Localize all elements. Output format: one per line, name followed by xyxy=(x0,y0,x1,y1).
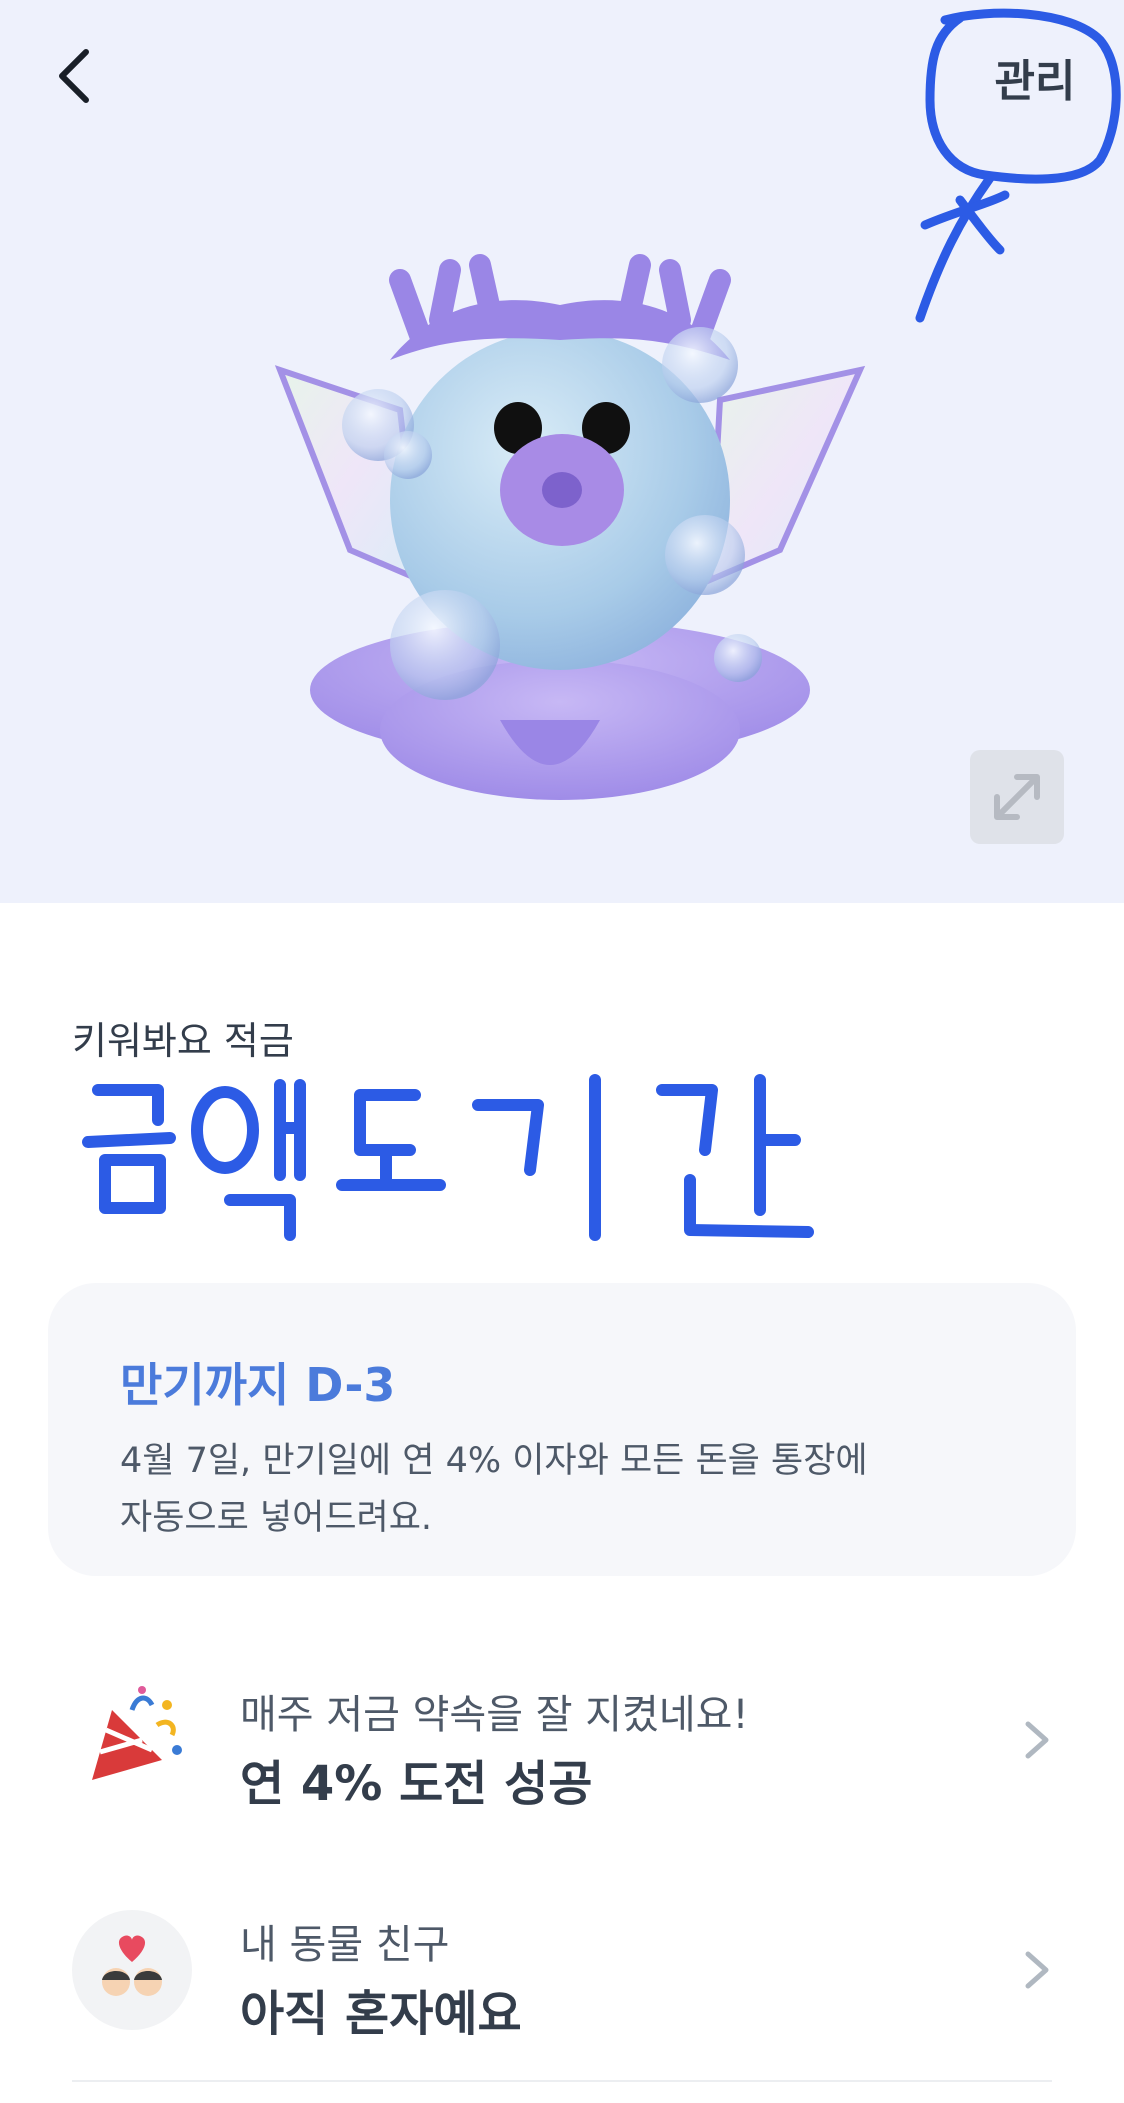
animal-friend-row[interactable]: 내 동물 친구 아직 혼자예요 xyxy=(0,1890,1124,2050)
chevron-right-icon xyxy=(1025,1721,1049,1759)
expand-arrows-icon xyxy=(994,774,1040,820)
friends-heart-icon xyxy=(72,1910,192,2030)
handwritten-redaction xyxy=(82,1074,814,1241)
expand-button[interactable] xyxy=(970,750,1064,844)
chevron-right-icon xyxy=(1025,1951,1049,1989)
row-subtitle: 내 동물 친구 xyxy=(240,1922,450,1968)
maturity-info-card: 만기까지 D-3 4월 7일, 만기일에 연 4% 이자와 모든 돈을 통장에 … xyxy=(48,1283,1076,1576)
back-button[interactable] xyxy=(44,40,104,112)
maturity-description-line2: 자동으로 넣어드려요. xyxy=(120,1498,433,1538)
maturity-description-line1: 4월 7일, 만기일에 연 4% 이자와 모든 돈을 통장에 xyxy=(120,1441,868,1481)
party-popper-icon xyxy=(92,1686,182,1780)
octopus-mascot-image xyxy=(274,254,866,800)
manage-button[interactable]: 관리 xyxy=(980,44,1090,110)
row-subtitle: 매주 저금 약속을 잘 지켰네요! xyxy=(240,1692,749,1738)
maturity-description: 4월 7일, 만기일에 연 4% 이자와 모든 돈을 통장에 자동으로 넣어드려… xyxy=(120,1433,1000,1547)
chevron-left-icon xyxy=(59,49,89,103)
row-title: 연 4% 도전 성공 xyxy=(240,1756,593,1812)
maturity-countdown: 만기까지 D-3 xyxy=(120,1358,396,1412)
manage-label: 관리 xyxy=(994,56,1076,107)
divider xyxy=(72,2080,1052,2082)
challenge-success-row[interactable]: 매주 저금 약속을 잘 지켰네요! 연 4% 도전 성공 xyxy=(0,1660,1124,1820)
hero-section: 관리 xyxy=(0,0,1124,903)
product-name: 키워봐요 적금 xyxy=(72,1019,294,1063)
row-title: 아직 혼자예요 xyxy=(240,1986,522,2042)
